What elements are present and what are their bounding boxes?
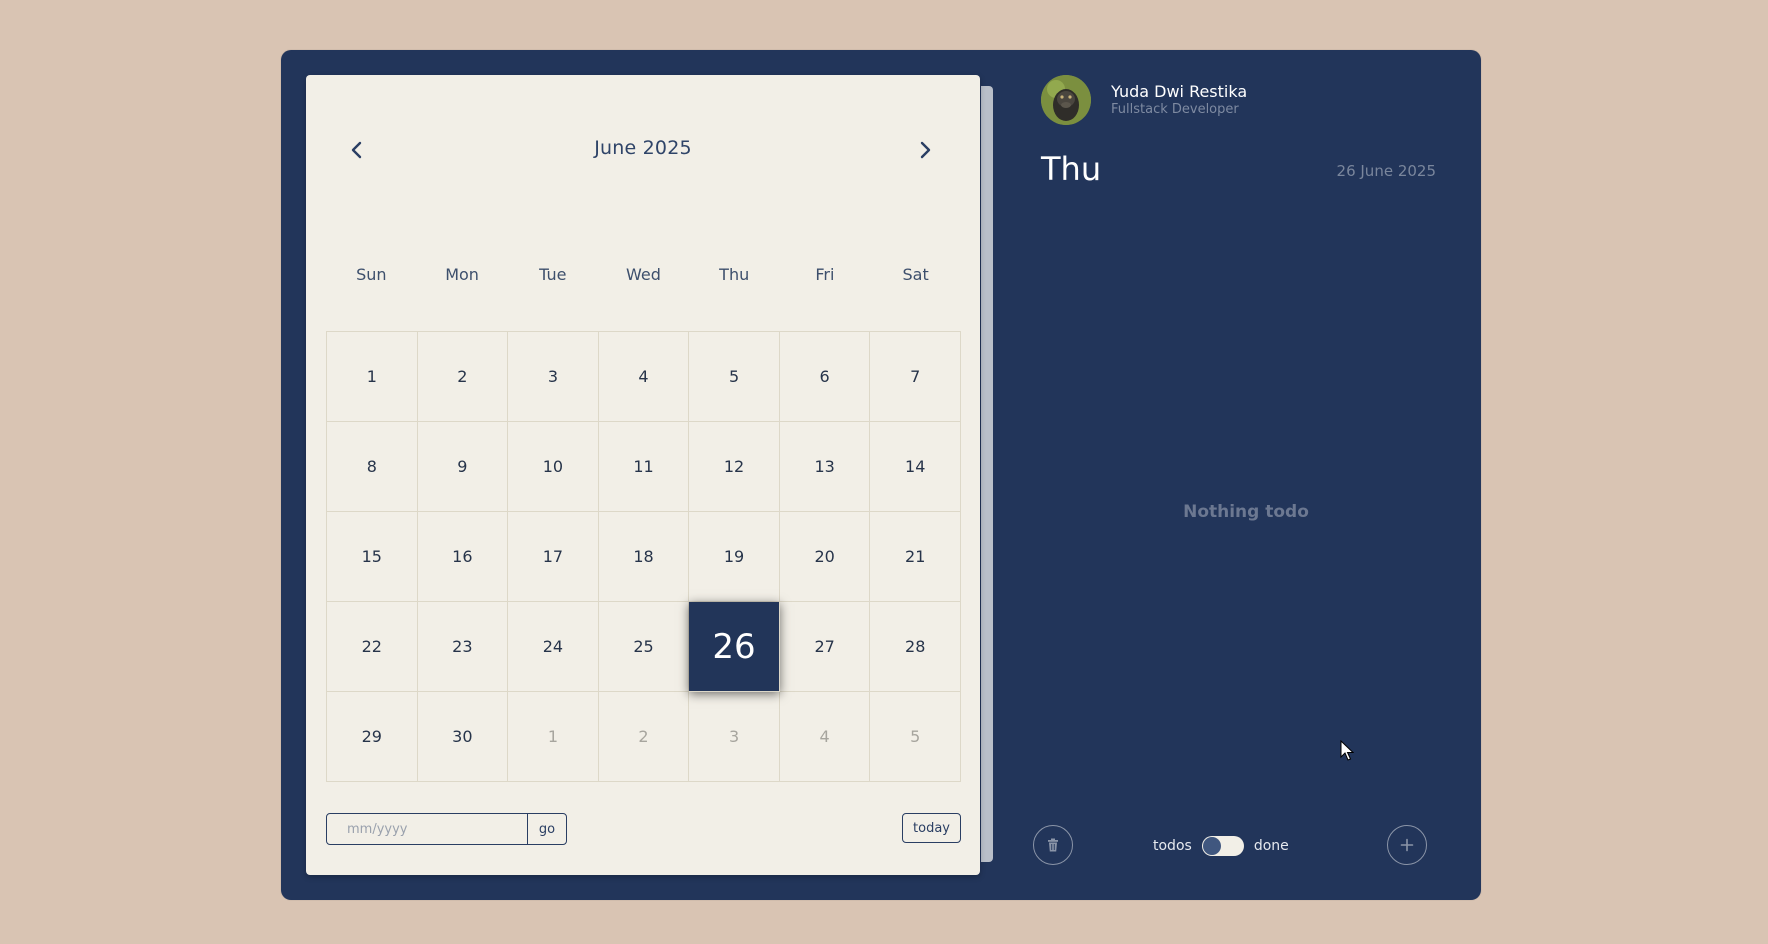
add-todo-button[interactable] [1387,825,1427,865]
plus-icon [1400,838,1414,852]
day-cell[interactable]: 14 [870,422,961,512]
mouse-cursor-icon [1340,740,1355,761]
today-button[interactable]: today [902,813,961,843]
month-title: June 2025 [594,137,692,159]
day-cell[interactable]: 8 [327,422,418,512]
trash-icon [1048,838,1058,852]
day-cell[interactable]: 4 [779,692,871,782]
day-cell[interactable]: 2 [417,332,509,422]
day-cell[interactable]: 7 [870,332,961,422]
selected-full-date: 26 June 2025 [1336,162,1436,180]
weekday-label: Sat [902,265,929,284]
weekday-label: Mon [445,265,479,284]
app-window: June 2025 Sun Mon Tue Wed Thu Fri Sat 12345678… [281,50,1481,900]
day-cell[interactable]: 20 [779,512,871,602]
day-cell[interactable]: 1 [508,692,599,782]
weekday-label: Wed [626,265,661,284]
day-cell[interactable]: 21 [870,512,961,602]
calendar-header: June 2025 [306,125,980,175]
calendar-back-page [981,86,993,862]
todos-done-toggle[interactable] [1201,836,1244,856]
day-cell[interactable]: 10 [508,422,599,512]
day-cell[interactable]: 29 [327,692,418,782]
user-name: Yuda Dwi Restika [1111,82,1248,101]
day-cell[interactable]: 30 [417,692,509,782]
day-cell[interactable]: 4 [598,332,690,422]
weekday-label: Sun [356,265,387,284]
day-cell[interactable]: 22 [327,602,418,692]
day-cell-selected[interactable]: 26 [689,602,780,692]
day-cell[interactable]: 5 [689,332,780,422]
empty-todo-message: Nothing todo [1183,502,1309,522]
delete-button[interactable] [1033,825,1073,865]
todo-panel: Yuda Dwi Restika Fullstack Developer Thu… [1011,50,1481,900]
day-cell[interactable]: 12 [689,422,780,512]
day-cell[interactable]: 19 [689,512,780,602]
avatar-image-icon [1041,75,1091,125]
day-cell[interactable]: 9 [417,422,509,512]
day-cell[interactable]: 13 [779,422,871,512]
day-cell[interactable]: 6 [779,332,871,422]
day-cell[interactable]: 27 [779,602,871,692]
calendar-card: June 2025 Sun Mon Tue Wed Thu Fri Sat 12345678… [306,75,980,875]
day-cell[interactable]: 25 [598,602,690,692]
month-year-input[interactable] [326,813,528,845]
user-role: Fullstack Developer [1111,102,1239,117]
day-cell[interactable]: 3 [689,692,780,782]
day-cell[interactable]: 17 [508,512,599,602]
day-cell[interactable]: 16 [417,512,509,602]
weekday-label: Tue [539,265,567,284]
day-cell[interactable]: 18 [598,512,690,602]
day-cell[interactable]: 23 [417,602,509,692]
avatar [1041,75,1091,125]
toggle-done-label: done [1253,838,1289,854]
weekday-header-row: Sun Mon Tue Wed Thu Fri Sat [326,265,961,315]
day-cell[interactable]: 24 [508,602,599,692]
selected-day-name: Thu [1041,150,1102,188]
toggle-todos-label: todos [1153,838,1192,854]
go-button[interactable]: go [527,813,567,845]
day-cell[interactable]: 11 [598,422,690,512]
next-month-button[interactable] [912,137,938,163]
day-cell[interactable]: 5 [870,692,961,782]
view-toggle-group: todos done [1153,835,1289,857]
toggle-knob [1202,837,1221,855]
day-cell[interactable]: 3 [508,332,599,422]
day-cell[interactable]: 2 [598,692,690,782]
chevron-right-icon [920,141,931,159]
day-cell[interactable]: 1 [327,332,418,422]
weekday-label: Fri [815,265,835,284]
calendar-footer: go today [326,813,961,845]
weekday-label: Thu [719,265,750,284]
day-cell[interactable]: 15 [327,512,418,602]
calendar-day-grid: 1 2 3 4 5 6 7 8 9 10 11 12 13 14 15 16 17 18 19 20 21 22 23 24 2… [326,331,961,782]
day-cell[interactable]: 28 [870,602,961,692]
